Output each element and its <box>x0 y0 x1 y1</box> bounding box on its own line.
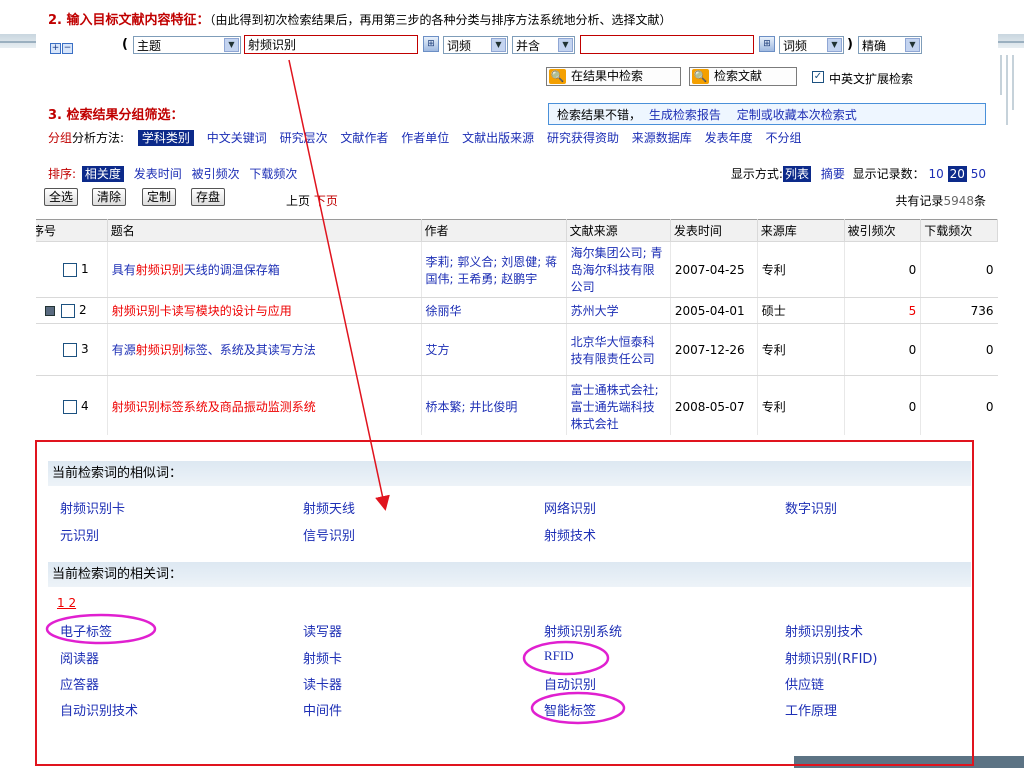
annotation-arrow <box>288 59 390 511</box>
annotation-circle-rfid <box>522 640 610 676</box>
annotation-overlay <box>45 59 626 725</box>
annotation-circle-smart-tag <box>530 691 626 725</box>
annotation-circle-electronic-tag <box>45 613 157 645</box>
